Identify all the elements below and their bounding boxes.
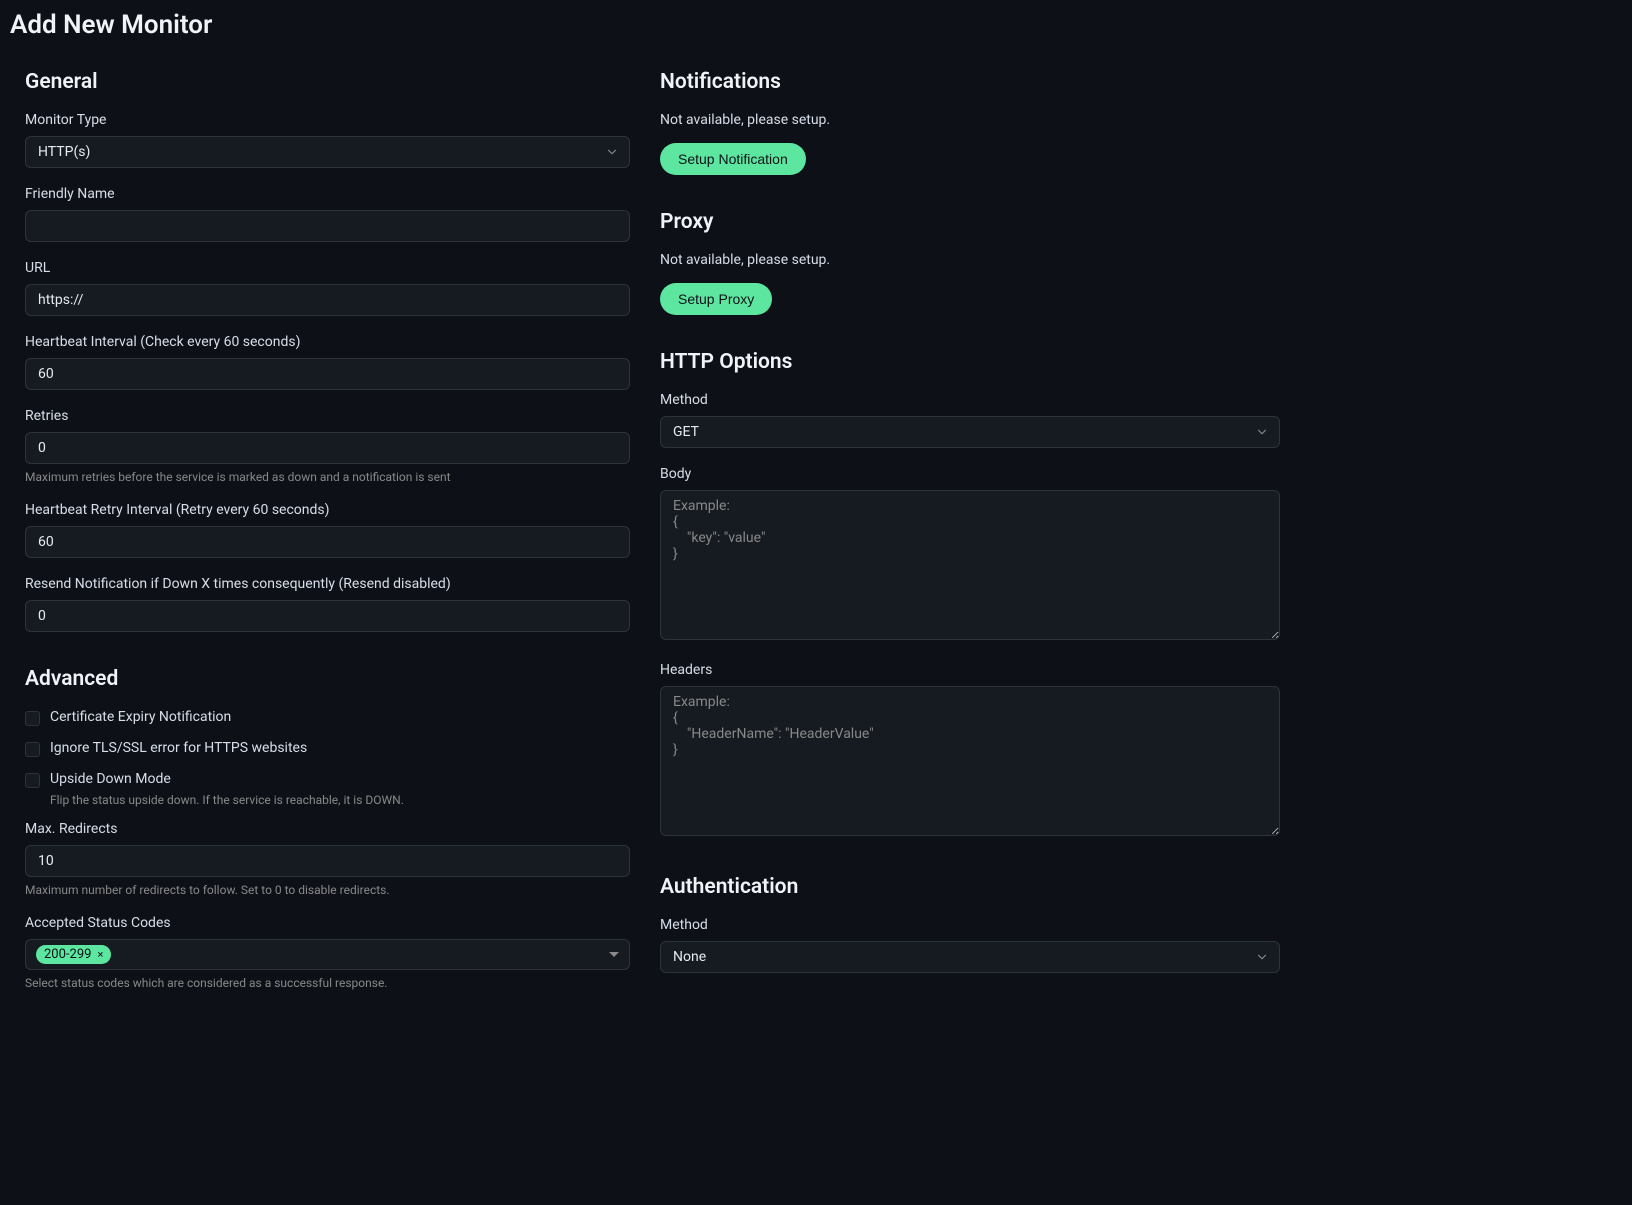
accepted-status-help: Select status codes which are considered…	[25, 976, 630, 990]
proxy-status: Not available, please setup.	[660, 252, 1280, 268]
url-label: URL	[25, 260, 630, 276]
http-method-select[interactable]: GET	[660, 416, 1280, 448]
notifications-status: Not available, please setup.	[660, 112, 1280, 128]
notifications-heading: Notifications	[660, 70, 1280, 94]
http-options-heading: HTTP Options	[660, 350, 1280, 374]
advanced-section: Advanced Certificate Expiry Notification…	[25, 667, 630, 990]
tag-remove-icon[interactable]: ×	[97, 948, 103, 961]
setup-notification-button[interactable]: Setup Notification	[660, 143, 806, 175]
monitor-type-select[interactable]: HTTP(s)	[25, 136, 630, 168]
advanced-heading: Advanced	[25, 667, 630, 691]
heartbeat-retry-interval-label: Heartbeat Retry Interval (Retry every 60…	[25, 502, 630, 518]
page-title: Add New Monitor	[10, 10, 1622, 40]
authentication-heading: Authentication	[660, 875, 1280, 899]
friendly-name-label: Friendly Name	[25, 186, 630, 202]
resend-notification-label: Resend Notification if Down X times cons…	[25, 576, 630, 592]
setup-proxy-button[interactable]: Setup Proxy	[660, 283, 772, 315]
url-input[interactable]	[25, 284, 630, 316]
notifications-section: Notifications Not available, please setu…	[660, 70, 1280, 175]
http-method-label: Method	[660, 392, 1280, 408]
body-label: Body	[660, 466, 1280, 482]
cert-expiry-label[interactable]: Certificate Expiry Notification	[50, 709, 630, 725]
resend-notification-input[interactable]	[25, 600, 630, 632]
proxy-section: Proxy Not available, please setup. Setup…	[660, 210, 1280, 315]
retries-input[interactable]	[25, 432, 630, 464]
auth-method-label: Method	[660, 917, 1280, 933]
auth-method-select[interactable]: None	[660, 941, 1280, 973]
max-redirects-help: Maximum number of redirects to follow. S…	[25, 883, 630, 897]
upside-down-checkbox[interactable]	[25, 773, 40, 788]
heartbeat-interval-label: Heartbeat Interval (Check every 60 secon…	[25, 334, 630, 350]
max-redirects-input[interactable]	[25, 845, 630, 877]
accepted-status-select[interactable]: 200-299 ×	[25, 939, 630, 970]
heartbeat-retry-interval-input[interactable]	[25, 526, 630, 558]
upside-down-help: Flip the status upside down. If the serv…	[50, 793, 630, 807]
ignore-tls-checkbox[interactable]	[25, 742, 40, 757]
body-textarea[interactable]	[660, 490, 1280, 640]
retries-help: Maximum retries before the service is ma…	[25, 470, 630, 484]
upside-down-label[interactable]: Upside Down Mode	[50, 771, 630, 787]
authentication-section: Authentication Method None	[660, 875, 1280, 973]
general-heading: General	[25, 70, 630, 94]
general-section: General Monitor Type HTTP(s) Friendly Na…	[25, 70, 630, 632]
cert-expiry-checkbox[interactable]	[25, 711, 40, 726]
max-redirects-label: Max. Redirects	[25, 821, 630, 837]
http-options-section: HTTP Options Method GET Body Headers	[660, 350, 1280, 840]
heartbeat-interval-input[interactable]	[25, 358, 630, 390]
proxy-heading: Proxy	[660, 210, 1280, 234]
headers-textarea[interactable]	[660, 686, 1280, 836]
chevron-down-icon	[609, 952, 619, 957]
ignore-tls-label[interactable]: Ignore TLS/SSL error for HTTPS websites	[50, 740, 630, 756]
status-code-tag: 200-299 ×	[36, 945, 111, 964]
headers-label: Headers	[660, 662, 1280, 678]
monitor-type-label: Monitor Type	[25, 112, 630, 128]
friendly-name-input[interactable]	[25, 210, 630, 242]
retries-label: Retries	[25, 408, 630, 424]
accepted-status-label: Accepted Status Codes	[25, 915, 630, 931]
